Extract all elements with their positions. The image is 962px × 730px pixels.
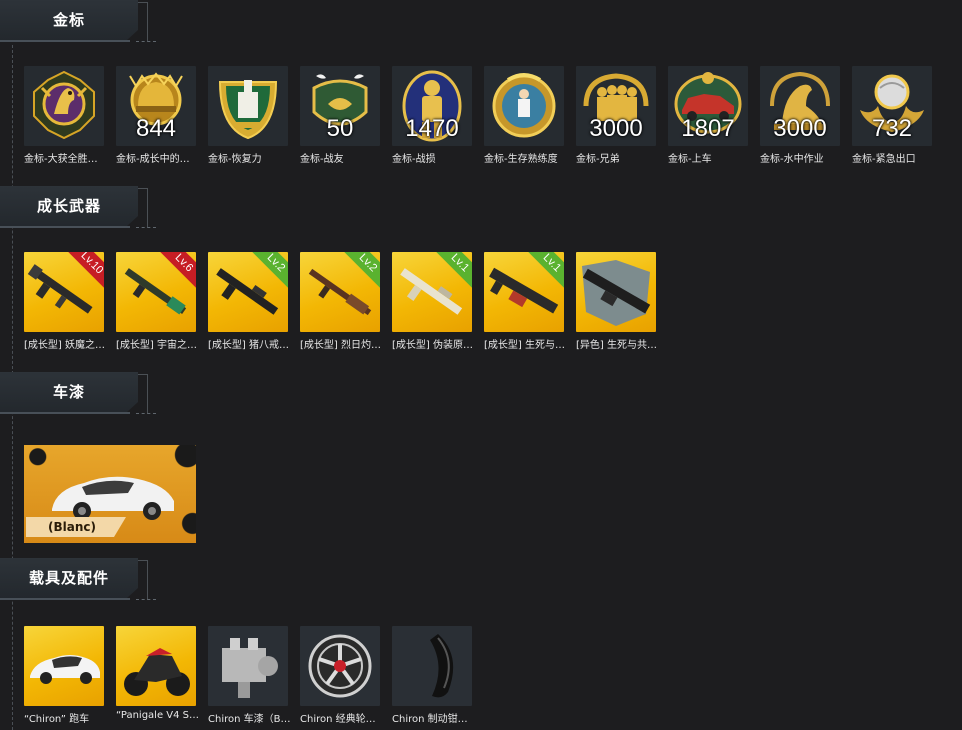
gold-medal-item[interactable]: 1470 金标-战损 (392, 66, 474, 165)
section-title: 车漆 (52, 383, 85, 401)
medal-count: 50 (326, 115, 354, 142)
medal-caption: 金标-大获全胜… (24, 154, 98, 165)
helmet-medal-icon: 844 (116, 66, 196, 146)
eagle-medal-icon (24, 66, 104, 146)
medal-count: 844 (135, 115, 177, 142)
weapon-caption: [成长型] 宇宙之… (116, 340, 197, 351)
machine-gun-icon (576, 252, 656, 332)
weapon-item[interactable]: Lv.2 [成长型] 烈日灼… (300, 252, 382, 351)
medal-caption: 金标-紧急出口 (852, 154, 916, 165)
vehicle-item[interactable]: “Panigale V4 S… (116, 626, 199, 721)
parachute-medal-icon: 732 (852, 66, 932, 146)
medal-count: 3000 (773, 115, 827, 142)
vehicle-caption: “Chiron” 跑车 (24, 714, 90, 725)
soldier-medal-icon: 1470 (392, 66, 472, 146)
weapon-caption: [异色] 生死与共… (576, 340, 657, 351)
medal-caption: 金标-恢复力 (208, 154, 262, 165)
weapon-item[interactable]: Lv.1 [成长型] 生死与… (484, 252, 566, 351)
vehicle-item[interactable]: Chiron 经典轮… (300, 626, 382, 725)
medal-caption: 金标-战友 (300, 154, 344, 165)
medal-count: 1807 (681, 115, 735, 142)
vehicle-caption: Chiron 经典轮… (300, 714, 376, 725)
section-header-weapons: 成长武器 (0, 186, 156, 230)
medal-caption: 金标-战损 (392, 154, 436, 165)
weapon-item[interactable]: Lv.2 [成长型] 猪八戒… (208, 252, 290, 351)
weapon-caption: [成长型] 伪装原… (392, 340, 473, 351)
paint-name-label: (Blanc) (26, 517, 126, 537)
medal-caption: 金标-兄弟 (576, 154, 620, 165)
dove-medal-icon: 50 (300, 66, 380, 146)
motorcycle-icon (116, 626, 196, 706)
paint-card[interactable]: (Blanc) (24, 445, 196, 543)
engine-icon (208, 626, 288, 706)
weapon-caption: [成长型] 猪八戒… (208, 340, 289, 351)
gold-medal-item[interactable]: 844 金标-成长中的… (116, 66, 198, 165)
brake-caliper-icon (392, 626, 472, 706)
gold-medal-item[interactable]: 金标-生存熟练度 (484, 66, 566, 165)
medic-medal-icon (208, 66, 288, 146)
weapon-caption: [成长型] 烈日灼… (300, 340, 381, 351)
car-medal-icon: 1807 (668, 66, 748, 146)
weapon-item[interactable]: Lv.6 [成长型] 宇宙之… (116, 252, 198, 351)
vehicle-caption: “Panigale V4 S… (116, 710, 200, 721)
weapon-caption: [成长型] 妖魔之… (24, 340, 105, 351)
vehicle-caption: Chiron 车漆（B… (208, 714, 291, 725)
wheel-rim-icon (300, 626, 380, 706)
vehicle-item[interactable]: Chiron 制动钳… (392, 626, 474, 725)
gold-medal-item[interactable]: 3000 金标-水中作业 (760, 66, 842, 165)
weapon-item[interactable]: Lv.1 [成长型] 伪装原… (392, 252, 474, 351)
gold-medal-item[interactable]: 金标-恢复力 (208, 66, 290, 165)
vehicle-item[interactable]: “Chiron” 跑车 (24, 626, 106, 725)
gold-medal-item[interactable]: 3000 金标-兄弟 (576, 66, 658, 165)
medal-count: 732 (871, 115, 913, 142)
machine-gun-icon: Lv.1 (484, 252, 564, 332)
sealion-medal-icon: 3000 (760, 66, 840, 146)
survivor-medal-icon (484, 66, 564, 146)
rifle-icon: Lv.2 (208, 252, 288, 332)
weapon-item[interactable]: [异色] 生死与共… (576, 252, 658, 351)
medal-caption: 金标-上车 (668, 154, 712, 165)
supercar-icon (24, 626, 104, 706)
section-header-gold: 金标 (0, 0, 156, 44)
section-header-paint: 车漆 (0, 372, 156, 416)
medal-caption: 金标-水中作业 (760, 154, 824, 165)
weapon-caption: [成长型] 生死与… (484, 340, 565, 351)
rifle-icon: Lv.10 (24, 252, 104, 332)
medal-count: 3000 (589, 115, 643, 142)
squad-medal-icon: 3000 (576, 66, 656, 146)
medal-count: 1470 (405, 115, 459, 142)
section-title: 成长武器 (36, 197, 101, 215)
gold-medal-item[interactable]: 1807 金标-上车 (668, 66, 750, 165)
rifle-icon: Lv.6 (116, 252, 196, 332)
gold-medal-item[interactable]: 50 金标-战友 (300, 66, 382, 165)
vehicle-item[interactable]: Chiron 车漆（B… (208, 626, 291, 725)
medal-caption: 金标-成长中的… (116, 154, 190, 165)
section-title: 载具及配件 (28, 569, 109, 587)
rifle-icon: Lv.2 (300, 252, 380, 332)
section-title: 金标 (52, 11, 85, 29)
vehicle-caption: Chiron 制动钳… (392, 714, 468, 725)
gold-medal-item[interactable]: 金标-大获全胜… (24, 66, 106, 165)
weapon-item[interactable]: Lv.10 [成长型] 妖魔之… (24, 252, 106, 351)
gold-medal-item[interactable]: 732 金标-紧急出口 (852, 66, 934, 165)
section-header-vehicles: 载具及配件 (0, 558, 156, 602)
rifle-icon: Lv.1 (392, 252, 472, 332)
medal-caption: 金标-生存熟练度 (484, 154, 558, 165)
